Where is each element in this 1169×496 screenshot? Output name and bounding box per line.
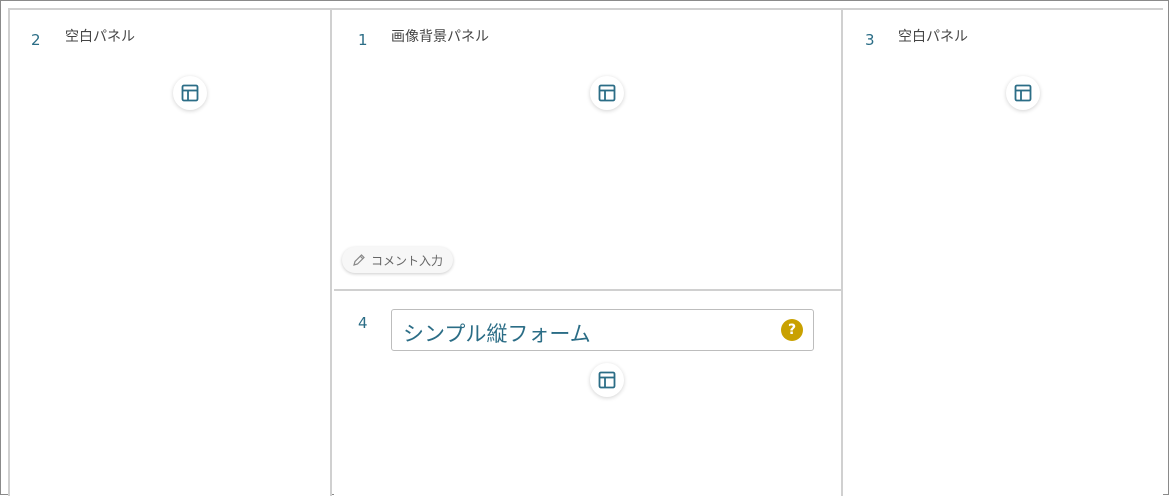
form-title-field[interactable]: シンプル縦フォーム ?: [391, 309, 814, 351]
layout-icon: [181, 84, 199, 102]
comment-input-button[interactable]: コメント入力: [342, 247, 454, 273]
layout-icon: [598, 84, 616, 102]
panel-layout: 2 空白パネル 1 画像背景パネル コメント入力 4 シンプル縦フォーム ? 3…: [8, 8, 1163, 496]
panel-number: 4: [358, 314, 368, 332]
panel-number: 3: [865, 31, 875, 49]
layout-icon: [598, 371, 616, 389]
editor-frame: 2 空白パネル 1 画像背景パネル コメント入力 4 シンプル縦フォーム ? 3…: [0, 0, 1169, 496]
layout-button[interactable]: [1006, 76, 1040, 110]
panel-title: 空白パネル: [65, 29, 135, 45]
panel-number: 2: [31, 31, 41, 49]
comment-button-label: コメント入力: [371, 253, 444, 268]
layout-button[interactable]: [590, 363, 624, 397]
panel-title: 空白パネル: [898, 29, 968, 45]
panel-4[interactable]: 4 シンプル縦フォーム ?: [334, 293, 841, 496]
panel-number: 1: [358, 31, 368, 49]
layout-icon: [1014, 84, 1032, 102]
form-title-text: シンプル縦フォーム: [403, 322, 591, 346]
panel-2[interactable]: 2 空白パネル: [10, 10, 332, 496]
pencil-icon: [353, 254, 365, 266]
question-icon[interactable]: ?: [781, 319, 803, 341]
layout-button[interactable]: [173, 76, 207, 110]
layout-button[interactable]: [590, 76, 624, 110]
panel-title: 画像背景パネル: [391, 29, 489, 45]
panel-1[interactable]: 1 画像背景パネル コメント入力: [334, 10, 841, 291]
panel-3[interactable]: 3 空白パネル: [841, 10, 1163, 496]
